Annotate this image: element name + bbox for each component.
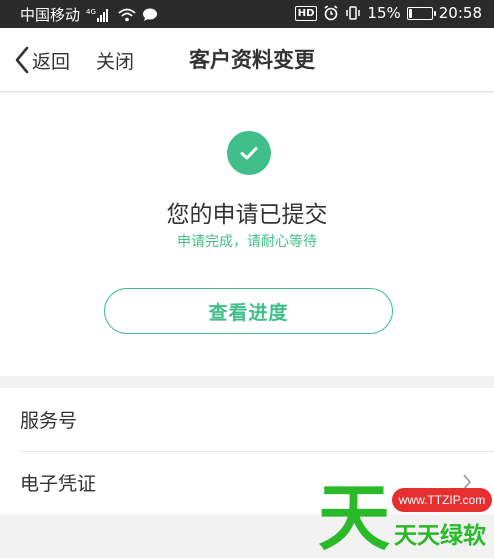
hd-badge: HD bbox=[294, 5, 318, 21]
result-panel: 您的申请已提交 申请完成，请耐心等待 查看进度 bbox=[0, 93, 494, 376]
page-title: 客户资料变更 bbox=[189, 48, 315, 72]
battery-icon bbox=[406, 6, 436, 20]
message-icon bbox=[142, 8, 158, 22]
vibrate-icon bbox=[345, 5, 361, 21]
list-item-service-number[interactable]: 服务号 bbox=[0, 388, 494, 451]
result-subtitle: 申请完成，请耐心等待 bbox=[177, 234, 317, 250]
list-item-label: 电子凭证 bbox=[20, 473, 97, 495]
watermark-url: www.TTZIP.com bbox=[392, 488, 492, 512]
status-right: HD 15% 20:58 bbox=[294, 4, 482, 22]
alarm-icon bbox=[323, 5, 339, 21]
watermark-name: 天天绿软 bbox=[394, 523, 486, 549]
status-bar: 中国移动 4G HD 15% 20:58 bbox=[0, 0, 494, 28]
signal-icon: 4G bbox=[86, 7, 112, 23]
wifi-icon bbox=[118, 8, 136, 22]
list-item-label: 服务号 bbox=[20, 410, 78, 432]
watermark-logo: 天 www.TTZIP.com 天天绿软 bbox=[318, 478, 494, 558]
result-title: 您的申请已提交 bbox=[166, 202, 328, 228]
carrier-label: 中国移动 bbox=[20, 6, 81, 24]
battery-fill bbox=[408, 8, 413, 18]
status-left: 中国移动 4G bbox=[20, 4, 158, 25]
clock: 20:58 bbox=[438, 4, 482, 22]
success-check-icon bbox=[227, 131, 271, 175]
battery-percent: 15% bbox=[367, 4, 401, 22]
nav-bar: 返回 关闭 客户资料变更 bbox=[0, 28, 494, 92]
view-progress-button[interactable]: 查看进度 bbox=[104, 288, 393, 334]
network-type: 4G bbox=[86, 8, 96, 16]
watermark-big-char: 天 bbox=[318, 476, 391, 558]
